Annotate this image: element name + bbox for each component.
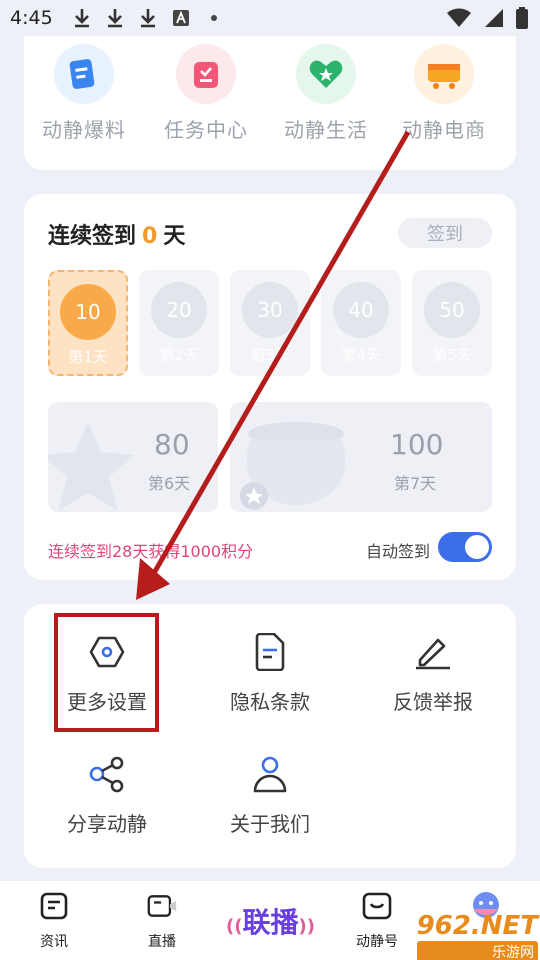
center-live-logo[interactable]: ((联播)) — [226, 901, 315, 941]
nav-tab-label: 资讯 — [40, 934, 68, 950]
nav-tab-label: 动静号 — [356, 934, 398, 950]
signal-wave-icon: (( — [226, 916, 243, 937]
live-video-icon — [147, 891, 177, 921]
nav-tab-news[interactable]: 资讯 — [19, 891, 89, 951]
annotation-arrow — [136, 130, 411, 600]
signal-wave-icon: )) — [298, 916, 315, 937]
watermark: 962.NET 乐游网 — [416, 911, 538, 960]
bottom-nav: 资讯 直播 ((联播)) 动静号 962.NET 乐游网 — [0, 880, 540, 960]
tv-smile-icon — [362, 891, 392, 921]
watermark-site: 乐游网 — [416, 941, 538, 960]
center-logo-text: 联播 — [242, 906, 299, 939]
nav-tab-dongjing[interactable]: 动静号 — [342, 891, 412, 951]
nav-tab-label: 直播 — [148, 934, 176, 950]
news-icon — [39, 891, 69, 921]
watermark-brand: 962.NET — [416, 911, 538, 941]
nav-tab-live[interactable]: 直播 — [127, 891, 197, 951]
